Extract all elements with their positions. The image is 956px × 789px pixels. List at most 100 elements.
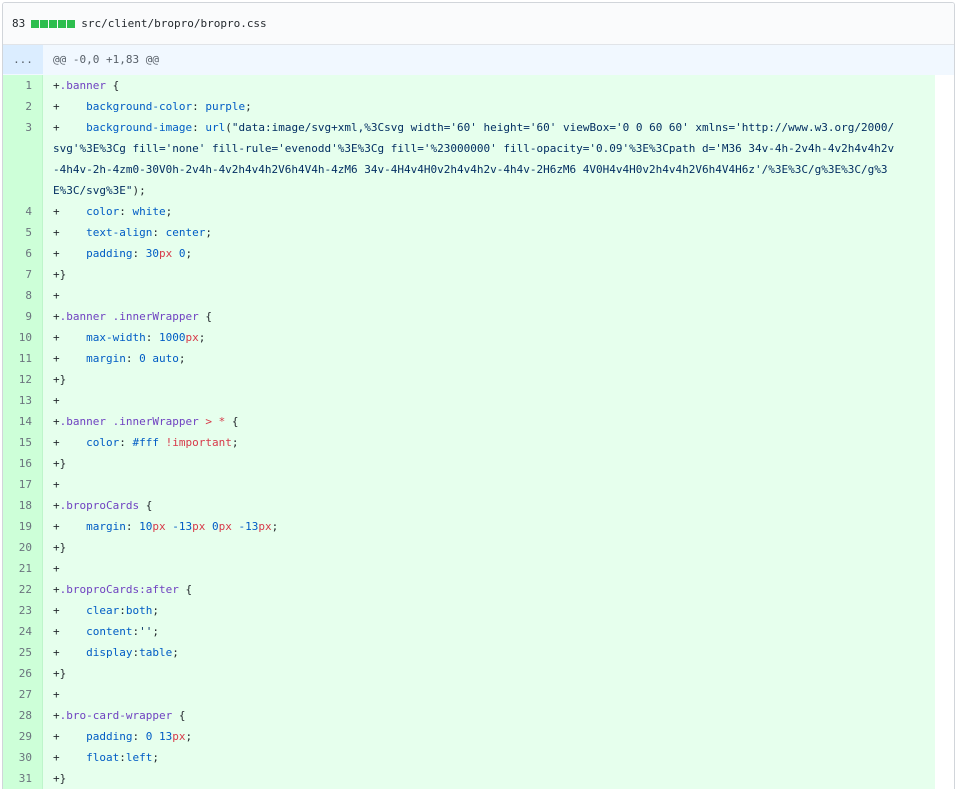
line-number[interactable]: 5 (3, 222, 43, 243)
line-number[interactable]: 23 (3, 600, 43, 621)
diff-line: 1 +.banner { (3, 75, 935, 96)
diff-line: 29 + padding: 0 13px; (3, 726, 935, 747)
diff-line: 9 +.banner .innerWrapper { (3, 306, 935, 327)
line-number[interactable]: 31 (3, 768, 43, 789)
line-number[interactable]: 9 (3, 306, 43, 327)
line-number[interactable]: 15 (3, 432, 43, 453)
diff-file: 83 src/client/bropro/bropro.css ... @@ -… (2, 2, 955, 789)
diffstat-block (49, 19, 58, 28)
code-line: +.broproCards { (43, 495, 935, 516)
code-line: + margin: 0 auto; (43, 348, 935, 369)
line-number[interactable]: 14 (3, 411, 43, 432)
diff-line: 21 + (3, 558, 935, 579)
line-number[interactable]: 2 (3, 96, 43, 117)
hunk-header-text: @@ -0,0 +1,83 @@ (53, 53, 159, 66)
diffstat-block (40, 19, 49, 28)
line-number[interactable]: 10 (3, 327, 43, 348)
line-number[interactable]: 1 (3, 75, 43, 96)
code-line: + (43, 390, 935, 411)
line-number[interactable]: 26 (3, 663, 43, 684)
line-number[interactable]: 16 (3, 453, 43, 474)
diff-line: 11 + margin: 0 auto; (3, 348, 935, 369)
line-number[interactable]: 20 (3, 537, 43, 558)
code-line: + text-align: center; (43, 222, 935, 243)
line-number[interactable]: 27 (3, 684, 43, 705)
diff-line: 18 +.broproCards { (3, 495, 935, 516)
code-line: + color: white; (43, 201, 935, 222)
diff-line: 23 + clear:both; (3, 600, 935, 621)
expand-button[interactable]: ... (3, 45, 43, 74)
code-line: + float:left; (43, 747, 935, 768)
line-number[interactable]: 19 (3, 516, 43, 537)
diff-line: 5 + text-align: center; (3, 222, 935, 243)
diff-line: 16 +} (3, 453, 935, 474)
code-line: + padding: 0 13px; (43, 726, 935, 747)
diff-line: 30 + float:left; (3, 747, 935, 768)
line-number[interactable]: 12 (3, 369, 43, 390)
diff-line: 4 + color: white; (3, 201, 935, 222)
diff-line: 6 + padding: 30px 0; (3, 243, 935, 264)
code-line: + max-width: 1000px; (43, 327, 935, 348)
diff-line: 7 +} (3, 264, 935, 285)
diff-line: 13 + (3, 390, 935, 411)
line-number[interactable]: 6 (3, 243, 43, 264)
line-number[interactable]: 21 (3, 558, 43, 579)
line-number[interactable]: 11 (3, 348, 43, 369)
code-line: +} (43, 537, 935, 558)
line-number[interactable]: 3 (3, 117, 43, 201)
diff-line: 26 +} (3, 663, 935, 684)
line-number[interactable]: 8 (3, 285, 43, 306)
code-line: + (43, 474, 935, 495)
diffstat-block (58, 19, 67, 28)
code-line: +} (43, 768, 935, 789)
diff-line: 14 +.banner .innerWrapper > * { (3, 411, 935, 432)
diffstat-block (67, 19, 76, 28)
code-line: + padding: 30px 0; (43, 243, 935, 264)
line-number[interactable]: 7 (3, 264, 43, 285)
code-line: + display:table; (43, 642, 935, 663)
code-line: + content:''; (43, 621, 935, 642)
diffstat-bar (31, 19, 76, 28)
code-line: +.broproCards:after { (43, 579, 935, 600)
diff-line: 12 +} (3, 369, 935, 390)
code-line: + background-image: url("data:image/svg+… (43, 117, 935, 201)
diff-line: 31 +} (3, 768, 935, 789)
line-number[interactable]: 30 (3, 747, 43, 768)
code-line: + color: #fff !important; (43, 432, 935, 453)
line-number[interactable]: 24 (3, 621, 43, 642)
line-number[interactable]: 17 (3, 474, 43, 495)
code-line: +.banner { (43, 75, 935, 96)
line-number[interactable]: 13 (3, 390, 43, 411)
code-line: +} (43, 663, 935, 684)
diff-line: 3 + background-image: url("data:image/svg… (3, 117, 935, 201)
line-number[interactable]: 22 (3, 579, 43, 600)
code-line: + clear:both; (43, 600, 935, 621)
code-line: + background-color: purple; (43, 96, 935, 117)
diff-line: 8 + (3, 285, 935, 306)
diff-line: 24 + content:''; (3, 621, 935, 642)
file-path-link[interactable]: src/client/bropro/bropro.css (81, 17, 266, 30)
diff-line: 20 +} (3, 537, 935, 558)
code-line: + margin: 10px -13px 0px -13px; (43, 516, 935, 537)
code-line: + (43, 285, 935, 306)
diff-line: 22 +.broproCards:after { (3, 579, 935, 600)
file-header: 83 src/client/bropro/bropro.css (3, 3, 954, 45)
diff-line: 25 + display:table; (3, 642, 935, 663)
code-line: + (43, 684, 935, 705)
diff-line: 19 + margin: 10px -13px 0px -13px; (3, 516, 935, 537)
code-line: +} (43, 453, 935, 474)
diff-line: 15 + color: #fff !important; (3, 432, 935, 453)
diff-line: 17 + (3, 474, 935, 495)
line-number[interactable]: 28 (3, 705, 43, 726)
diff-line: 27 + (3, 684, 935, 705)
code-line: + (43, 558, 935, 579)
line-number[interactable]: 29 (3, 726, 43, 747)
diff-line: 10 + max-width: 1000px; (3, 327, 935, 348)
code-line: +} (43, 264, 935, 285)
diff-lines: 1 +.banner {2 + background-color: purple; 3… (3, 75, 954, 789)
line-number[interactable]: 4 (3, 201, 43, 222)
line-number[interactable]: 18 (3, 495, 43, 516)
line-number[interactable]: 25 (3, 642, 43, 663)
code-line: +.banner .innerWrapper { (43, 306, 935, 327)
code-line: +.bro-card-wrapper { (43, 705, 935, 726)
